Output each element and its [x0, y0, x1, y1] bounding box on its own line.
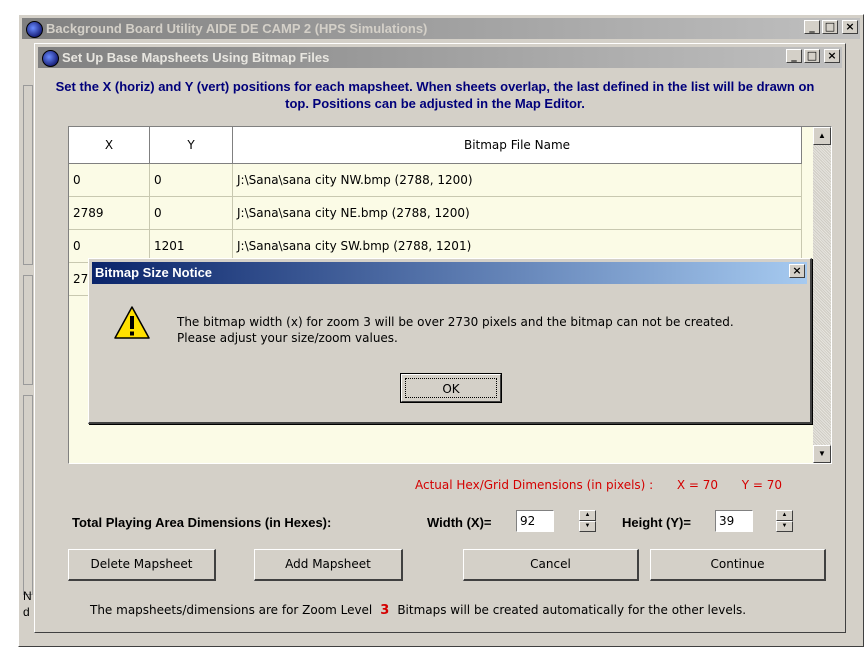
dialog-titlebar[interactable]: Set Up Base Mapsheets Using Bitmap Files… [38, 47, 842, 68]
table-row[interactable]: 0 0 J:\Sana\sana city NW.bmp (2788, 1200… [69, 164, 802, 197]
scroll-up-arrow-icon[interactable]: ▲ [813, 127, 831, 145]
continue-button[interactable]: Continue [650, 549, 826, 581]
minimize-button[interactable]: _ [786, 49, 802, 63]
outer-titlebar[interactable]: Background Board Utility AIDE DE CAMP 2 … [22, 18, 860, 39]
warning-icon [114, 306, 150, 339]
maximize-button[interactable]: □ [822, 20, 838, 34]
notice-titlebar[interactable]: Bitmap Size Notice × [92, 262, 807, 284]
ok-button[interactable]: OK [400, 373, 502, 403]
cancel-button[interactable]: Cancel [463, 549, 639, 581]
close-button[interactable]: × [824, 49, 840, 63]
height-spinner[interactable]: ▲ ▼ [776, 510, 793, 532]
cell-x[interactable]: 0 [69, 164, 150, 196]
spin-down-icon[interactable]: ▼ [776, 521, 793, 532]
zoom-level-value: 3 [380, 603, 390, 618]
spin-down-icon[interactable]: ▼ [579, 521, 596, 532]
instructions-text: Set the X (horiz) and Y (vert) positions… [55, 79, 815, 111]
bitmap-size-notice-dialog: Bitmap Size Notice × The bitmap width (x… [88, 258, 812, 424]
width-label: Width (X)= [427, 515, 492, 530]
left-edge-text: d [23, 605, 30, 619]
left-edge-text: N [23, 589, 32, 603]
outer-title: Background Board Utility AIDE DE CAMP 2 … [46, 21, 428, 36]
scroll-down-arrow-icon[interactable]: ▼ [813, 445, 831, 463]
notice-line-2: Please adjust your size/zoom values. [177, 331, 398, 345]
minimize-button[interactable]: _ [804, 20, 820, 34]
notice-line-1: The bitmap width (x) for zoom 3 will be … [177, 315, 734, 329]
column-header-x[interactable]: X [69, 127, 150, 163]
width-spinner[interactable]: ▲ ▼ [579, 510, 596, 532]
background-panel [23, 85, 33, 265]
height-label: Height (Y)= [622, 515, 691, 530]
cell-file[interactable]: J:\Sana\sana city NE.bmp (2788, 1200) [233, 197, 802, 229]
notice-message: The bitmap width (x) for zoom 3 will be … [177, 314, 734, 346]
notice-close-button[interactable]: × [789, 264, 805, 278]
app-icon[interactable] [26, 21, 43, 38]
maximize-button[interactable]: □ [804, 49, 820, 63]
background-panel [23, 395, 33, 595]
hex-dims-y: Y = 70 [741, 478, 783, 492]
grid-scrollbar[interactable]: ▲ ▼ [813, 127, 831, 463]
cell-y[interactable]: 0 [150, 164, 233, 196]
delete-mapsheet-button[interactable]: Delete Mapsheet [68, 549, 216, 581]
table-row[interactable]: 2789 0 J:\Sana\sana city NE.bmp (2788, 1… [69, 197, 802, 230]
height-input[interactable]: 39 [715, 510, 753, 532]
column-header-y[interactable]: Y [150, 127, 233, 163]
app-icon[interactable] [42, 50, 59, 67]
cell-file[interactable]: J:\Sana\sana city NW.bmp (2788, 1200) [233, 164, 802, 196]
ok-button-label: OK [405, 378, 497, 398]
cell-y[interactable]: 0 [150, 197, 233, 229]
spin-up-icon[interactable]: ▲ [579, 510, 596, 521]
background-panel [23, 275, 33, 385]
hex-dims-x: X = 70 [676, 478, 719, 492]
footer-text: The mapsheets/dimensions are for Zoom Le… [90, 603, 373, 617]
notice-title: Bitmap Size Notice [95, 265, 213, 280]
width-input[interactable]: 92 [516, 510, 554, 532]
hex-grid-dimensions: Actual Hex/Grid Dimensions (in pixels) :… [415, 478, 782, 492]
spin-up-icon[interactable]: ▲ [776, 510, 793, 521]
total-area-label: Total Playing Area Dimensions (in Hexes)… [72, 515, 332, 530]
dialog-title: Set Up Base Mapsheets Using Bitmap Files [62, 50, 330, 65]
grid-header: X Y Bitmap File Name [69, 127, 802, 164]
hex-dims-label: Actual Hex/Grid Dimensions (in pixels) : [415, 478, 654, 492]
cell-x[interactable]: 2789 [69, 197, 150, 229]
zoom-level-footer: The mapsheets/dimensions are for Zoom Le… [90, 603, 746, 618]
close-button[interactable]: × [842, 20, 858, 34]
column-header-file[interactable]: Bitmap File Name [233, 127, 802, 163]
add-mapsheet-button[interactable]: Add Mapsheet [254, 549, 403, 581]
footer-text: Bitmaps will be created automatically fo… [397, 603, 747, 617]
